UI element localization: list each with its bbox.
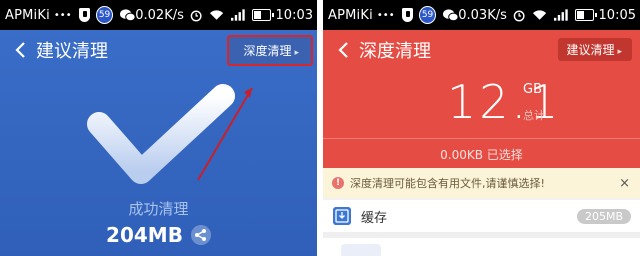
app-header: 建议清理 深度清理 ▸ [0,30,317,70]
alarm-icon [513,10,525,21]
status-bar: APMiKi ••• 59 0.03K/s 10:05 [323,0,640,30]
network-speed: 0.02K/s [135,7,184,23]
chevron-right-icon: ▸ [294,48,299,58]
carrier-label: APMiKi [5,7,50,23]
list-item[interactable] [323,238,640,256]
suggest-clean-button[interactable]: 建议清理 ▸ [558,38,632,61]
carrier-label: APMiKi [328,7,373,23]
deep-clean-button[interactable]: 深度清理 ▸ [227,35,313,66]
share-icon[interactable] [190,225,211,245]
suggest-clean-label: 建议清理 [566,43,615,57]
info-icon: ! [332,177,344,189]
back-chevron-icon[interactable] [12,41,30,59]
battery-icon [251,9,274,21]
notification-badge: 59 [95,6,114,24]
back-chevron-icon[interactable] [335,41,353,59]
wechat-icon [443,8,459,21]
shield-icon [78,8,90,22]
battery-icon [574,9,597,21]
chevron-right-icon: ▸ [617,47,622,57]
summary-panel: 深度清理 建议清理 ▸ 12.1 GB 总计 0.00KB 已选择 [323,30,640,168]
category-label: 缓存 [361,210,388,226]
deep-clean-label: 深度清理 [243,44,292,58]
shield-icon [401,8,413,22]
total-label: 总计 [523,109,545,122]
status-bar: APMiKi ••• 59 0.02K/s 10:03 [0,0,317,30]
wifi-icon [533,10,547,20]
clock: 10:03 [275,7,313,23]
left-screen: APMiKi ••• 59 0.02K/s 10:03 建议清理 深度清理▸ [0,0,317,256]
clock: 10:05 [598,7,636,23]
page-title: 建议清理 [36,41,108,62]
cleaned-size: 204MB [106,223,183,247]
selected-size: 0.00KB 已选择 [440,148,523,162]
more-dots: ••• [376,9,395,21]
list-item-icon [341,244,381,256]
warning-text: 深度清理可能包含有用文件,请谨慎选择! [350,177,545,190]
wechat-icon [120,8,136,21]
more-dots: ••• [53,9,72,21]
warning-banner: ! 深度清理可能包含有用文件,请谨慎选择! × [323,168,640,198]
success-message: 成功清理 [128,200,189,218]
close-icon[interactable]: × [619,176,630,191]
app-header: 深度清理 建议清理 ▸ [323,30,640,70]
separator [323,138,640,139]
cleaned-size-row: 204MB [0,223,317,247]
notification-badge: 59 [418,6,437,24]
page-title: 深度清理 [359,41,431,62]
signal-icon [554,9,569,21]
network-speed: 0.03K/s [458,7,507,23]
size-unit: GB [523,82,542,97]
list-item-cache[interactable]: 缓存 205MB [323,200,640,232]
signal-icon [231,9,246,21]
annotation-arrow [197,87,253,181]
category-size-badge: 205MB [576,208,631,224]
download-box-icon [333,207,351,225]
wifi-icon [210,10,224,20]
alarm-icon [190,10,202,21]
right-screen: APMiKi ••• 59 0.03K/s 10:05 深度清理 建议清理▸ [323,0,640,256]
